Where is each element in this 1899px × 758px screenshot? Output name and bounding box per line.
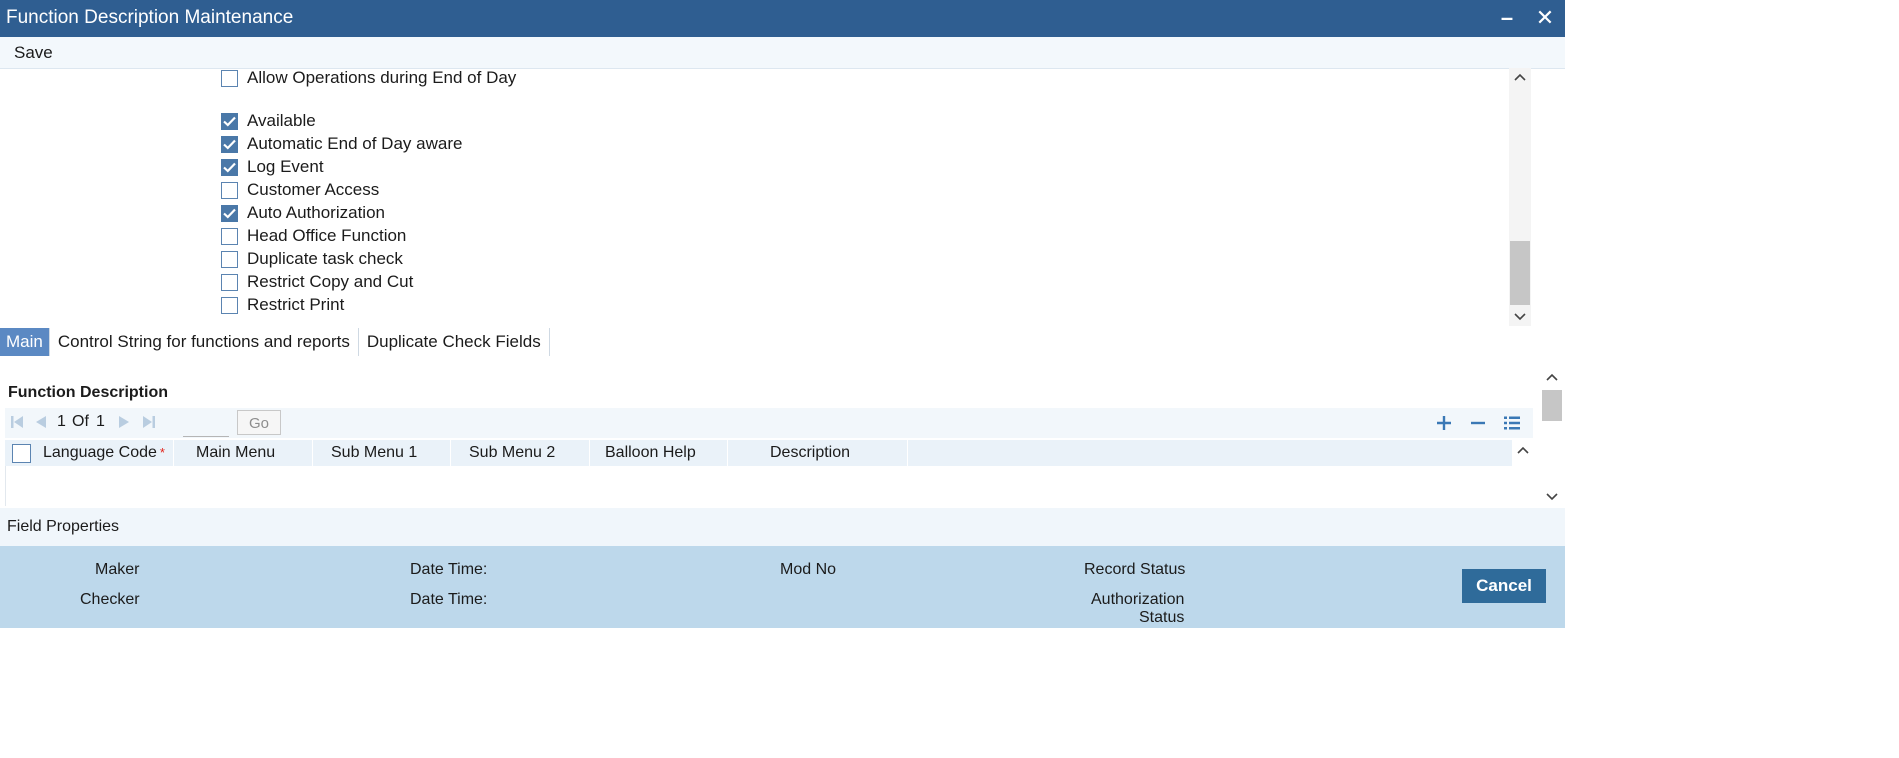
select-all-checkbox[interactable] <box>12 444 31 463</box>
content-scrollbar-thumb[interactable] <box>1542 390 1562 421</box>
field-properties-label: Field Properties <box>7 518 120 535</box>
checkbox[interactable] <box>221 250 238 268</box>
option-customer-access[interactable]: Customer Access <box>221 179 379 201</box>
scroll-down-icon[interactable] <box>1509 308 1531 326</box>
checker-date-time-label: Date Time: <box>410 591 488 608</box>
total-pages: 1 <box>96 413 105 430</box>
check-icon <box>223 208 236 219</box>
tab-bar: Main Control String for functions and re… <box>0 328 550 356</box>
save-button[interactable]: Save <box>14 43 53 63</box>
option-label: Head Office Function <box>247 226 407 245</box>
checker-label: Checker <box>80 591 140 608</box>
column-separator <box>450 440 451 466</box>
grid-toolbar: 1 Of 1 Go <box>5 408 1533 438</box>
close-icon[interactable]: ✕ <box>1531 4 1559 32</box>
column-separator <box>173 440 174 466</box>
tab-main[interactable]: Main <box>0 328 50 356</box>
first-page-icon[interactable] <box>10 415 24 434</box>
mod-no-label: Mod No <box>780 561 837 578</box>
option-label: Duplicate task check <box>247 249 403 268</box>
option-label: Auto Authorization <box>247 203 385 222</box>
authorization-status-label: Authorization <box>1091 591 1185 608</box>
scrollbar-thumb[interactable] <box>1510 241 1530 305</box>
option-auto-authorization[interactable]: Auto Authorization <box>221 202 385 224</box>
grid-header: Language Code * Main Menu Sub Menu 1 Sub … <box>5 440 1515 466</box>
option-restrict-print[interactable]: Restrict Print <box>221 294 344 316</box>
field-properties-bar: Field Properties <box>0 508 1565 546</box>
delete-row-icon[interactable] <box>1467 412 1489 434</box>
checkbox[interactable] <box>221 204 238 222</box>
column-header-sub-menu-1[interactable]: Sub Menu 1 <box>331 440 417 466</box>
option-label: Restrict Copy and Cut <box>247 272 414 291</box>
option-log-event[interactable]: Log Event <box>221 156 324 178</box>
required-marker: * <box>159 445 165 460</box>
option-allow-operations-eod[interactable]: Allow Operations during End of Day <box>221 67 516 89</box>
previous-page-icon[interactable] <box>34 415 48 434</box>
checkbox[interactable] <box>221 181 238 199</box>
title-bar: Function Description Maintenance – ✕ <box>0 0 1565 37</box>
column-header-main-menu[interactable]: Main Menu <box>196 440 275 466</box>
options-scrollbar[interactable] <box>1509 68 1531 326</box>
page-of-label: Of <box>72 413 89 430</box>
maker-date-time-label: Date Time: <box>410 561 488 578</box>
content-scrollbar[interactable] <box>1541 368 1563 508</box>
option-label: Available <box>247 111 316 130</box>
option-head-office-function[interactable]: Head Office Function <box>221 225 406 247</box>
checkbox[interactable] <box>221 158 238 176</box>
option-label: Customer Access <box>247 180 380 199</box>
add-row-icon[interactable] <box>1433 412 1455 434</box>
option-restrict-copy-cut[interactable]: Restrict Copy and Cut <box>221 271 413 293</box>
single-view-icon[interactable] <box>1501 412 1523 434</box>
page-number-input[interactable] <box>183 412 229 437</box>
window-title: Function Description Maintenance <box>6 7 294 28</box>
current-page: 1 <box>57 413 66 430</box>
minimize-icon[interactable]: – <box>1493 4 1521 32</box>
column-header-language-code[interactable]: Language Code * <box>43 440 165 466</box>
maker-label: Maker <box>95 561 140 578</box>
next-page-icon[interactable] <box>117 415 131 434</box>
function-description-window: Function Description Maintenance – ✕ Sav… <box>0 0 1565 628</box>
option-duplicate-task-check[interactable]: Duplicate task check <box>221 248 403 270</box>
checkbox[interactable] <box>221 135 238 153</box>
check-icon <box>223 116 236 127</box>
tab-duplicate-check-fields[interactable]: Duplicate Check Fields <box>359 328 550 356</box>
checkbox[interactable] <box>221 227 238 245</box>
check-icon <box>223 162 236 173</box>
column-separator <box>589 440 590 466</box>
cancel-button[interactable]: Cancel <box>1462 569 1546 603</box>
tab-control-string[interactable]: Control String for functions and reports <box>50 328 359 356</box>
check-icon <box>223 139 236 150</box>
checkbox[interactable] <box>221 296 238 314</box>
option-label: Restrict Print <box>247 295 345 314</box>
column-header-balloon-help[interactable]: Balloon Help <box>605 440 696 466</box>
option-label: Automatic End of Day aware <box>247 134 463 153</box>
grid-scroll-up-icon[interactable] <box>1512 441 1534 459</box>
checkbox[interactable] <box>221 69 238 87</box>
section-title: Function Description <box>8 384 168 401</box>
grid-body <box>5 466 1534 506</box>
column-separator <box>312 440 313 466</box>
column-header-sub-menu-2[interactable]: Sub Menu 2 <box>469 440 555 466</box>
authorization-status-label-line2: Status <box>1139 609 1185 626</box>
audit-footer: Maker Checker Date Time: Date Time: Mod … <box>0 546 1565 628</box>
content-scroll-down-icon[interactable] <box>1541 488 1563 506</box>
option-automatic-eod-aware[interactable]: Automatic End of Day aware <box>221 133 462 155</box>
column-header-label: Language Code <box>43 444 157 461</box>
option-available[interactable]: Available <box>221 110 316 132</box>
option-label: Allow Operations during End of Day <box>247 68 517 87</box>
record-status-label: Record Status <box>1084 561 1186 578</box>
checkbox[interactable] <box>221 112 238 130</box>
toolbar: Save <box>0 37 1565 69</box>
column-separator <box>907 440 908 466</box>
go-button[interactable]: Go <box>237 410 281 435</box>
checkbox[interactable] <box>221 273 238 291</box>
column-separator <box>727 440 728 466</box>
option-label: Log Event <box>247 157 324 176</box>
scroll-up-icon[interactable] <box>1509 68 1531 86</box>
last-page-icon[interactable] <box>142 415 156 434</box>
column-header-description[interactable]: Description <box>770 440 850 466</box>
content-scroll-up-icon[interactable] <box>1541 368 1563 386</box>
